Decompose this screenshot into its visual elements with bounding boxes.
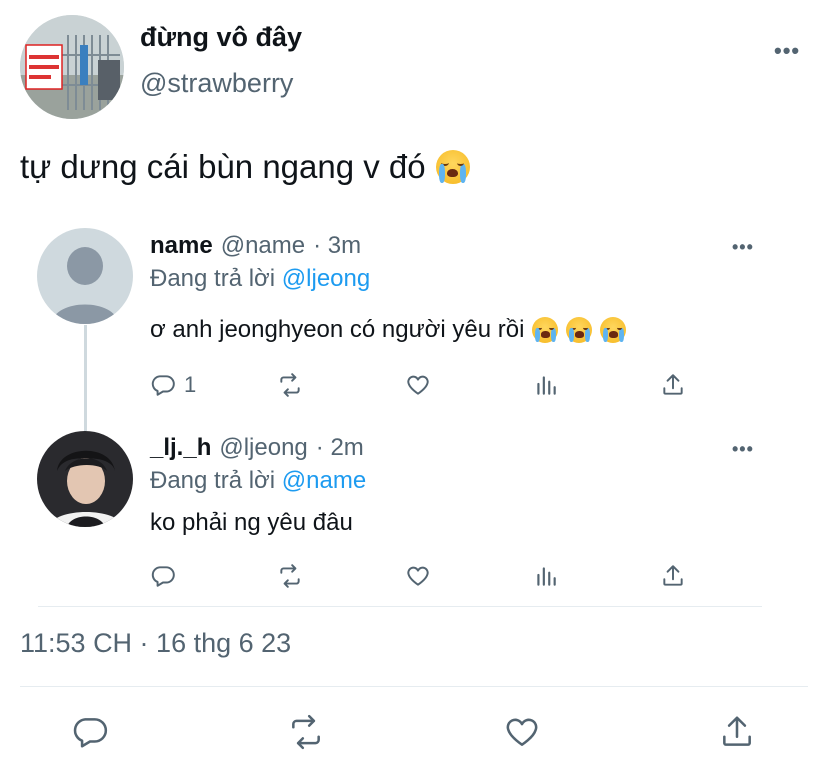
tweet-text: tự dưng cái bùn ngang v đó: [20, 148, 426, 185]
retweet-action[interactable]: [277, 372, 303, 398]
avatar-image: [37, 431, 133, 527]
reply-avatar-default[interactable]: [37, 228, 133, 324]
reply-author-handle[interactable]: @name: [221, 232, 305, 260]
like-icon: [407, 375, 429, 395]
reply-icon: [73, 718, 108, 748]
replying-to-line: Đang trả lời @name: [150, 467, 366, 495]
like-action[interactable]: [405, 372, 431, 398]
retweet-button[interactable]: [287, 713, 325, 751]
analytics-icon: [537, 376, 556, 395]
replying-to-mention[interactable]: @name: [282, 467, 366, 494]
more-icon[interactable]: •••: [774, 40, 800, 62]
loudly-crying-face-icon: [435, 150, 470, 184]
more-icon[interactable]: •••: [732, 440, 754, 458]
loudly-crying-face-icon: [600, 317, 627, 343]
author-name[interactable]: đừng vô đây: [140, 22, 302, 53]
reply-button[interactable]: [71, 713, 109, 751]
replying-to-prefix: Đang trả lời: [150, 265, 276, 292]
author-avatar[interactable]: [20, 15, 124, 119]
reply-icon: [151, 566, 175, 587]
analytics-action[interactable]: [533, 563, 559, 589]
reply-action[interactable]: [150, 563, 184, 589]
reply-text: ko phải ng yêu đâu: [150, 509, 353, 536]
reply-1-text-row: ơ anh jeonghyeon có người yêu rồi: [150, 316, 627, 344]
default-profile-icon: [37, 228, 133, 324]
thread-connector-line: [84, 325, 87, 431]
like-action[interactable]: [405, 563, 431, 589]
reply-author-name[interactable]: name: [150, 232, 213, 260]
divider: [38, 606, 762, 607]
retweet-action[interactable]: [277, 563, 303, 589]
share-icon: [663, 565, 683, 586]
like-icon: [506, 718, 538, 746]
analytics-icon: [537, 567, 556, 586]
reply-icon: [151, 375, 175, 396]
reply-count: 1: [184, 372, 197, 397]
avatar-image: [20, 15, 124, 119]
reply-avatar-ljeong[interactable]: [37, 431, 133, 527]
like-icon: [407, 566, 429, 586]
replying-to-mention[interactable]: @ljeong: [282, 265, 370, 292]
retweet-icon: [280, 564, 300, 588]
share-action[interactable]: [660, 372, 686, 398]
retweet-icon: [280, 373, 300, 397]
reply-1-header: name @name · 3m: [150, 232, 361, 260]
replying-to-line: Đang trả lời @ljeong: [150, 265, 370, 293]
reply-action[interactable]: 1: [150, 372, 196, 398]
reply-time[interactable]: · 3m: [313, 232, 361, 260]
tweet-text-row: tự dưng cái bùn ngang v đó: [20, 148, 470, 186]
share-button[interactable]: [718, 713, 756, 751]
share-action[interactable]: [660, 563, 686, 589]
like-button[interactable]: [503, 713, 541, 751]
share-icon: [723, 716, 751, 746]
reply-2-text-row: ko phải ng yêu đâu: [150, 509, 353, 537]
analytics-action[interactable]: [533, 372, 559, 398]
divider: [20, 686, 808, 687]
tweet-timestamp[interactable]: 11:53 CH · 16 thg 6 23: [20, 628, 291, 659]
reply-time[interactable]: · 2m: [316, 434, 364, 462]
reply-text: ơ anh jeonghyeon có người yêu rồi: [150, 316, 525, 343]
author-handle[interactable]: @strawberry: [140, 68, 293, 99]
replying-to-prefix: Đang trả lời: [150, 467, 276, 494]
reply-author-name[interactable]: _lj._h: [150, 434, 211, 462]
more-icon[interactable]: •••: [732, 238, 754, 256]
reply-author-handle[interactable]: @ljeong: [219, 434, 307, 462]
share-icon: [663, 374, 683, 395]
loudly-crying-face-icon: [532, 317, 559, 343]
retweet-icon: [292, 714, 320, 750]
reply-2-header: _lj._h @ljeong · 2m: [150, 434, 364, 462]
loudly-crying-face-icon: [566, 317, 593, 343]
